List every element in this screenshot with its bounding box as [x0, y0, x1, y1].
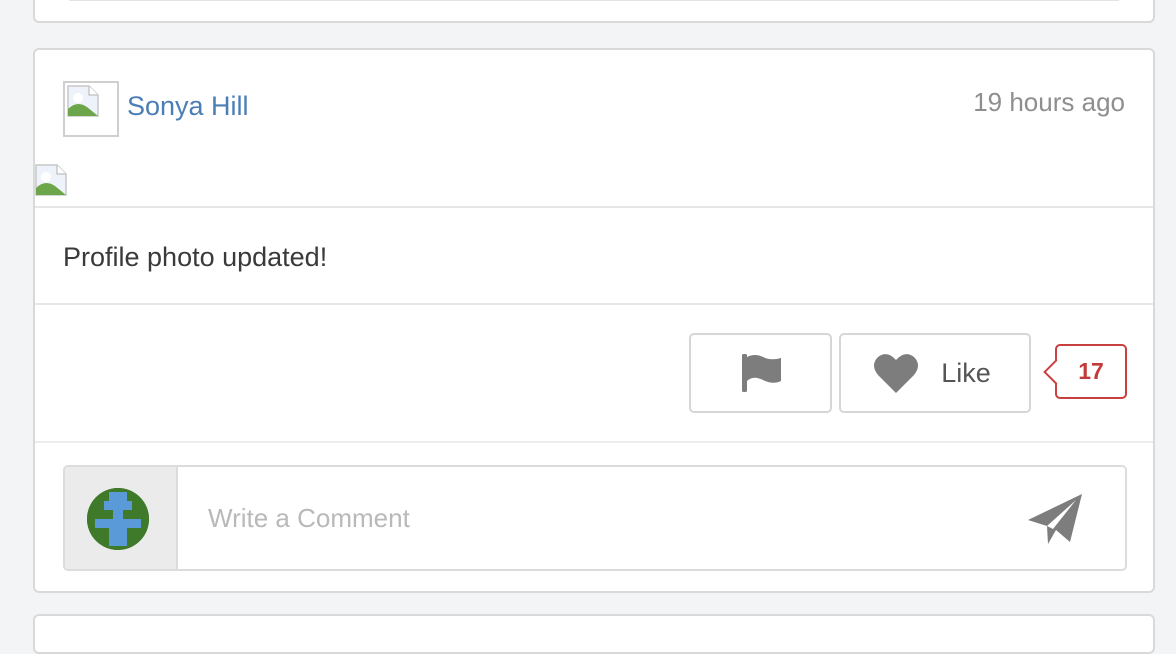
heart-icon [874, 354, 919, 393]
post-card: Sonya Hill 19 hours ago Profile photo up… [33, 48, 1155, 593]
flag-icon [741, 354, 781, 392]
previous-post-card [33, 0, 1155, 23]
like-button[interactable]: Like [839, 333, 1031, 413]
paper-plane-icon [1028, 494, 1082, 544]
broken-image-icon [35, 164, 67, 196]
post-timestamp: 19 hours ago [973, 87, 1125, 117]
post-body-text: Profile photo updated! [35, 208, 1153, 305]
author-avatar[interactable] [63, 81, 119, 137]
author-name-link[interactable]: Sonya Hill [127, 91, 249, 122]
post-header: Sonya Hill 19 hours ago [35, 50, 1153, 208]
send-comment-button[interactable] [1025, 489, 1085, 549]
comment-avatar-cell [65, 467, 178, 569]
like-label: Like [941, 357, 991, 388]
next-post-card [33, 614, 1155, 654]
broken-image-icon [67, 85, 99, 117]
flag-button[interactable] [689, 333, 832, 413]
comment-box [63, 465, 1127, 571]
user-avatar [87, 488, 149, 550]
divider [69, 0, 1119, 1]
comment-input[interactable] [180, 467, 1000, 569]
post-actions: Like 17 [35, 305, 1153, 443]
like-count-badge: 17 [1055, 344, 1127, 399]
identicon-icon [87, 488, 149, 550]
